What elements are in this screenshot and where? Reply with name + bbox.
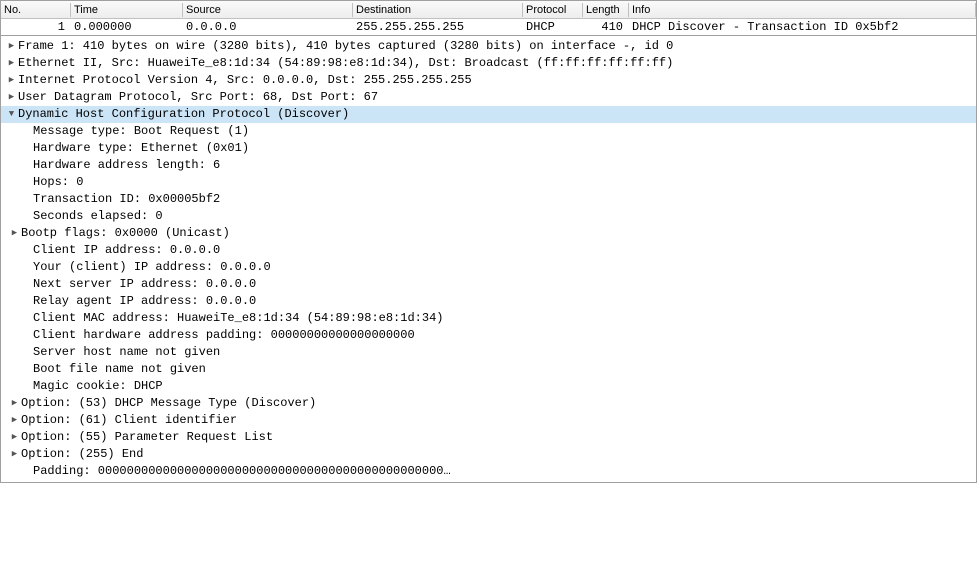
tree-label: Ethernet II, Src: HuaweiTe_e8:1d:34 (54:… <box>18 55 673 72</box>
chevron-right-icon[interactable]: ▶ <box>8 446 21 463</box>
tree-label: Transaction ID: 0x00005bf2 <box>33 191 220 208</box>
tree-label: Hardware address length: 6 <box>33 157 220 174</box>
chevron-right-icon[interactable]: ▶ <box>8 395 21 412</box>
tree-label: Magic cookie: DHCP <box>33 378 163 395</box>
tree-dhcp-opt55[interactable]: ▶ Option: (55) Parameter Request List <box>1 429 976 446</box>
tree-label: Option: (55) Parameter Request List <box>21 429 273 446</box>
col-header-dest[interactable]: Destination <box>353 3 523 17</box>
tree-label: Server host name not given <box>33 344 220 361</box>
cell-source: 0.0.0.0 <box>183 20 353 34</box>
tree-dhcp-yiaddr[interactable]: Your (client) IP address: 0.0.0.0 <box>1 259 976 276</box>
tree-label: Option: (61) Client identifier <box>21 412 237 429</box>
tree-label: Client hardware address padding: 0000000… <box>33 327 415 344</box>
tree-label: Option: (255) End <box>21 446 143 463</box>
tree-dhcp-cookie[interactable]: Magic cookie: DHCP <box>1 378 976 395</box>
cell-info: DHCP Discover - Transaction ID 0x5bf2 <box>629 20 976 34</box>
tree-dhcp-hwlen[interactable]: Hardware address length: 6 <box>1 157 976 174</box>
tree-label: User Datagram Protocol, Src Port: 68, Ds… <box>18 89 378 106</box>
chevron-right-icon[interactable]: ▶ <box>8 225 21 242</box>
tree-dhcp-secs[interactable]: Seconds elapsed: 0 <box>1 208 976 225</box>
col-header-source[interactable]: Source <box>183 3 353 17</box>
tree-dhcp-chpad[interactable]: Client hardware address padding: 0000000… <box>1 327 976 344</box>
tree-dhcp-ciaddr[interactable]: Client IP address: 0.0.0.0 <box>1 242 976 259</box>
tree-dhcp-sname[interactable]: Server host name not given <box>1 344 976 361</box>
cell-time: 0.000000 <box>71 20 183 34</box>
tree-dhcp-xid[interactable]: Transaction ID: 0x00005bf2 <box>1 191 976 208</box>
tree-dhcp-opt53[interactable]: ▶ Option: (53) DHCP Message Type (Discov… <box>1 395 976 412</box>
tree-ip[interactable]: ▶ Internet Protocol Version 4, Src: 0.0.… <box>1 72 976 89</box>
cell-proto: DHCP <box>523 20 583 34</box>
tree-udp[interactable]: ▶ User Datagram Protocol, Src Port: 68, … <box>1 89 976 106</box>
tree-label: Your (client) IP address: 0.0.0.0 <box>33 259 271 276</box>
tree-dhcp-hops[interactable]: Hops: 0 <box>1 174 976 191</box>
tree-ethernet[interactable]: ▶ Ethernet II, Src: HuaweiTe_e8:1d:34 (5… <box>1 55 976 72</box>
chevron-right-icon[interactable]: ▶ <box>5 38 18 55</box>
tree-label: Next server IP address: 0.0.0.0 <box>33 276 256 293</box>
cell-no: 1 <box>1 20 71 34</box>
tree-dhcp-flags[interactable]: ▶ Bootp flags: 0x0000 (Unicast) <box>1 225 976 242</box>
tree-label: Option: (53) DHCP Message Type (Discover… <box>21 395 316 412</box>
tree-label: Relay agent IP address: 0.0.0.0 <box>33 293 256 310</box>
tree-label: Client MAC address: HuaweiTe_e8:1d:34 (5… <box>33 310 443 327</box>
chevron-right-icon[interactable]: ▶ <box>8 429 21 446</box>
chevron-right-icon[interactable]: ▶ <box>5 55 18 72</box>
packet-row[interactable]: 1 0.000000 0.0.0.0 255.255.255.255 DHCP … <box>1 19 976 35</box>
packet-list-pane: No. Time Source Destination Protocol Len… <box>0 0 977 36</box>
tree-label: Frame 1: 410 bytes on wire (3280 bits), … <box>18 38 673 55</box>
col-header-no[interactable]: No. <box>1 3 71 17</box>
tree-label: Client IP address: 0.0.0.0 <box>33 242 220 259</box>
tree-label: Boot file name not given <box>33 361 206 378</box>
tree-frame[interactable]: ▶ Frame 1: 410 bytes on wire (3280 bits)… <box>1 38 976 55</box>
cell-dest: 255.255.255.255 <box>353 20 523 34</box>
tree-dhcp-giaddr[interactable]: Relay agent IP address: 0.0.0.0 <box>1 293 976 310</box>
packet-list-header: No. Time Source Destination Protocol Len… <box>1 1 976 19</box>
col-header-time[interactable]: Time <box>71 3 183 17</box>
chevron-down-icon[interactable]: ▼ <box>5 106 18 123</box>
tree-dhcp[interactable]: ▼ Dynamic Host Configuration Protocol (D… <box>1 106 976 123</box>
tree-label: Padding: 0000000000000000000000000000000… <box>33 463 451 480</box>
tree-label: Seconds elapsed: 0 <box>33 208 163 225</box>
cell-len: 410 <box>583 20 629 34</box>
tree-label: Dynamic Host Configuration Protocol (Dis… <box>18 106 349 123</box>
tree-dhcp-opt255[interactable]: ▶ Option: (255) End <box>1 446 976 463</box>
tree-label: Message type: Boot Request (1) <box>33 123 249 140</box>
tree-label: Internet Protocol Version 4, Src: 0.0.0.… <box>18 72 472 89</box>
packet-details-pane: ▶ Frame 1: 410 bytes on wire (3280 bits)… <box>0 36 977 483</box>
tree-dhcp-hwtype[interactable]: Hardware type: Ethernet (0x01) <box>1 140 976 157</box>
tree-label: Bootp flags: 0x0000 (Unicast) <box>21 225 230 242</box>
chevron-right-icon[interactable]: ▶ <box>5 72 18 89</box>
col-header-len[interactable]: Length <box>583 3 629 17</box>
chevron-right-icon[interactable]: ▶ <box>5 89 18 106</box>
tree-label: Hops: 0 <box>33 174 83 191</box>
tree-dhcp-chaddr[interactable]: Client MAC address: HuaweiTe_e8:1d:34 (5… <box>1 310 976 327</box>
tree-dhcp-siaddr[interactable]: Next server IP address: 0.0.0.0 <box>1 276 976 293</box>
tree-dhcp-opt61[interactable]: ▶ Option: (61) Client identifier <box>1 412 976 429</box>
tree-label: Hardware type: Ethernet (0x01) <box>33 140 249 157</box>
chevron-right-icon[interactable]: ▶ <box>8 412 21 429</box>
tree-dhcp-msgtype[interactable]: Message type: Boot Request (1) <box>1 123 976 140</box>
tree-dhcp-padding[interactable]: Padding: 0000000000000000000000000000000… <box>1 463 976 480</box>
col-header-info[interactable]: Info <box>629 3 976 17</box>
tree-dhcp-bfile[interactable]: Boot file name not given <box>1 361 976 378</box>
col-header-proto[interactable]: Protocol <box>523 3 583 17</box>
